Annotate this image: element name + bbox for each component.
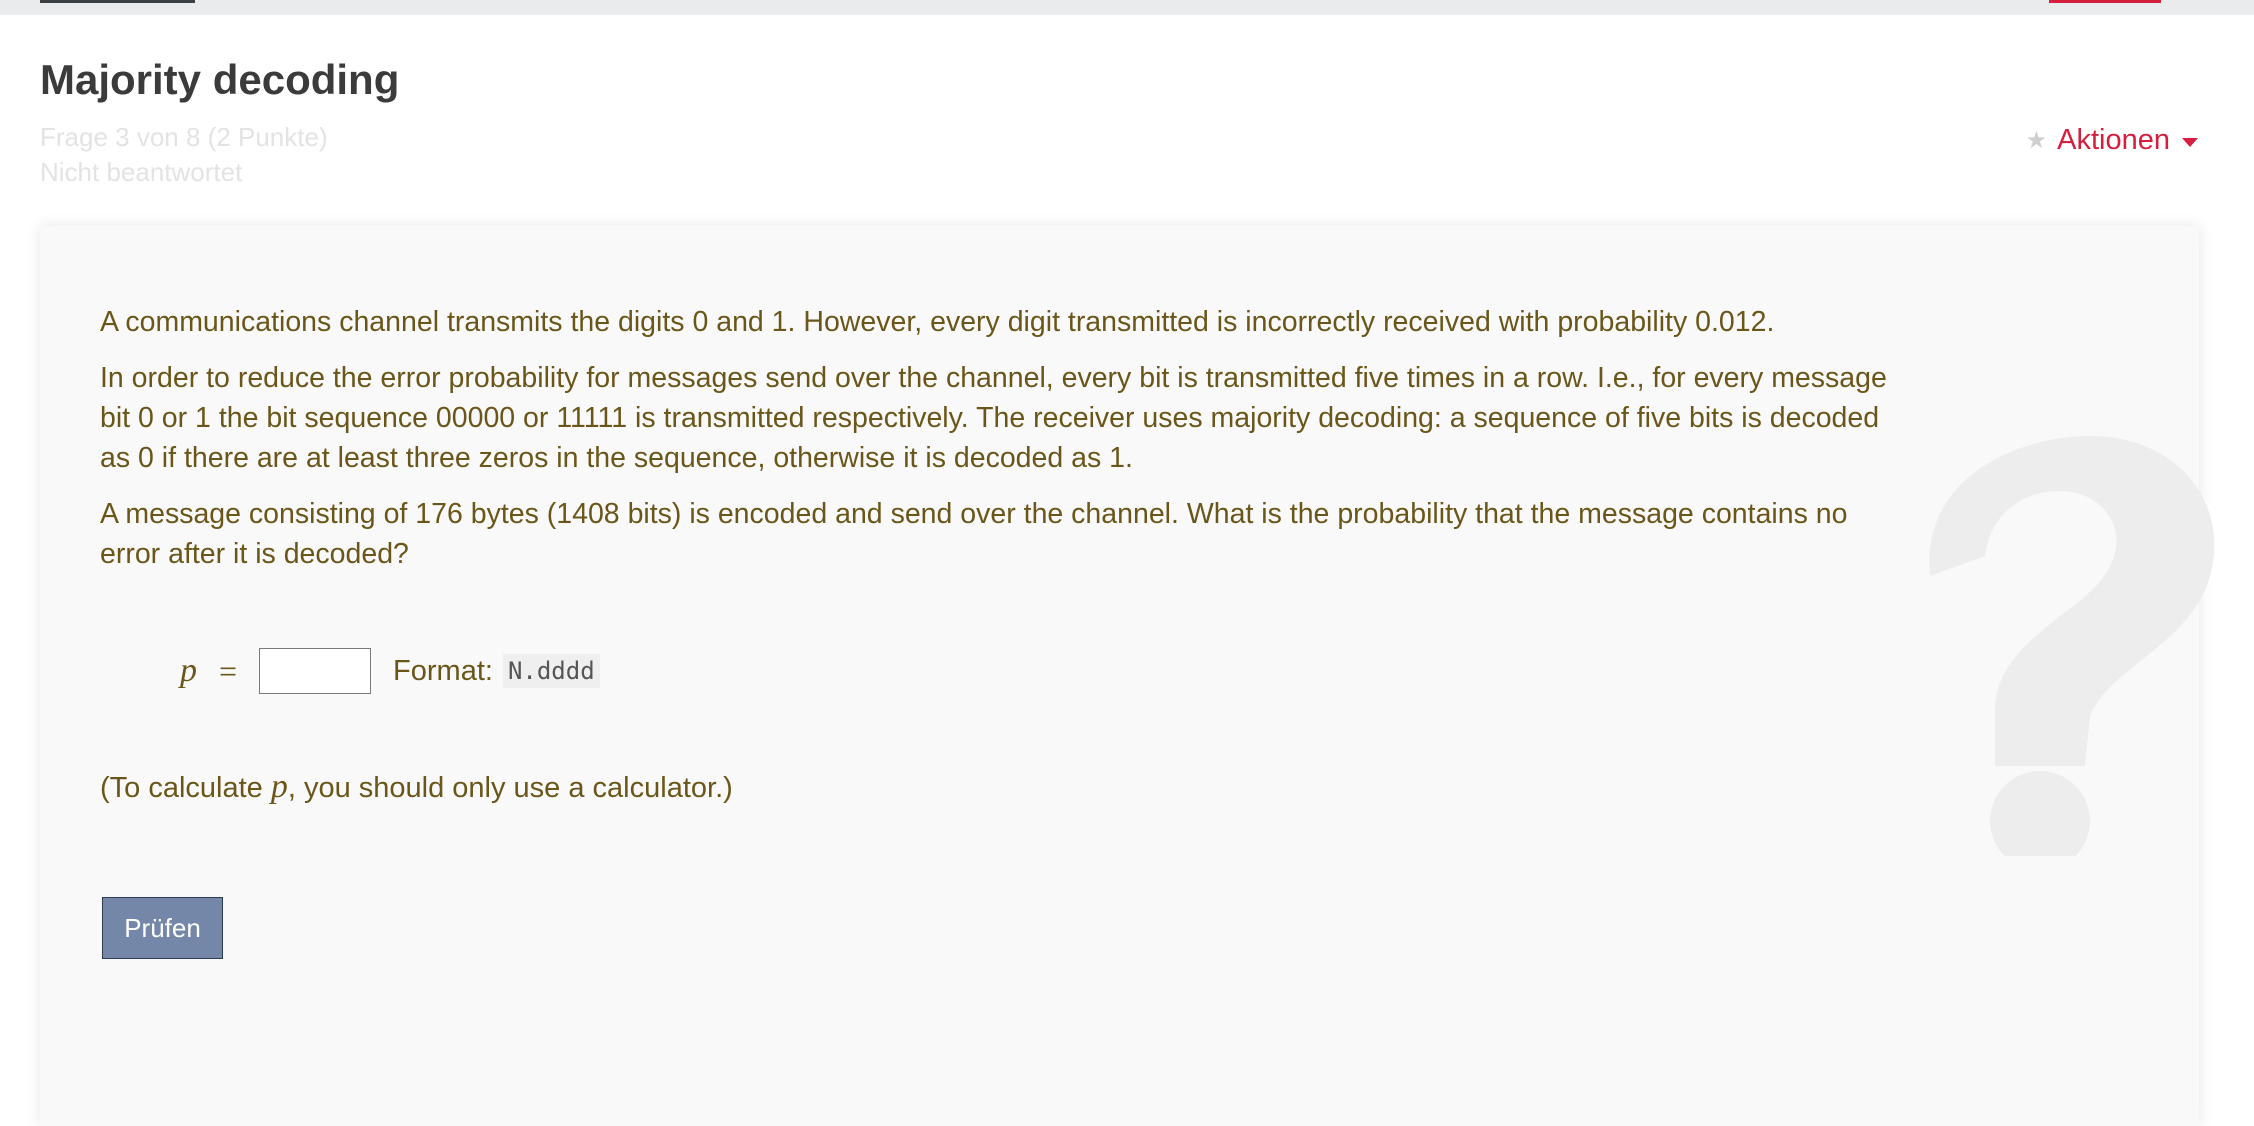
question-paragraph: In order to reduce the error probability… [100,362,1887,474]
page-title: Majority decoding [40,56,400,103]
format-code: N.dddd [502,654,600,688]
actions-dropdown[interactable]: ★ Aktionen [2026,124,2198,157]
question-paragraph: A message consisting of 176 bytes (1408 … [100,498,1848,570]
hint-text-after: , you should only use a calculator.) [287,772,733,804]
format-label: Format: [393,654,493,687]
top-navigation-bar [0,0,2254,15]
variable-p: p [180,652,197,689]
question-text: A communications channel transmits the d… [100,302,1900,590]
question-status: Nicht beantwortet [40,157,243,187]
nav-button-accent[interactable] [2049,0,2161,3]
question-paragraph: A communications channel transmits the d… [100,306,1775,338]
active-tab-indicator[interactable] [40,0,195,3]
hint-text-before: (To calculate [100,772,271,804]
equals-sign: = [219,652,238,689]
question-info: Frage 3 von 8 (2 Punkte) [40,122,328,152]
caret-down-icon[interactable] [2182,137,2198,147]
star-icon[interactable]: ★ [2026,126,2048,155]
hint-variable-p: p [270,768,288,805]
question-card: A communications channel transmits the d… [40,226,2215,1126]
answer-row: p = Format: N.dddd [180,648,600,694]
calculator-hint: (To calculate p, you should only use a c… [100,768,733,806]
question-mark-icon [1929,436,2215,856]
answer-input[interactable] [259,648,372,694]
check-button[interactable]: Prüfen [102,897,223,959]
actions-label[interactable]: Aktionen [2057,124,2170,157]
